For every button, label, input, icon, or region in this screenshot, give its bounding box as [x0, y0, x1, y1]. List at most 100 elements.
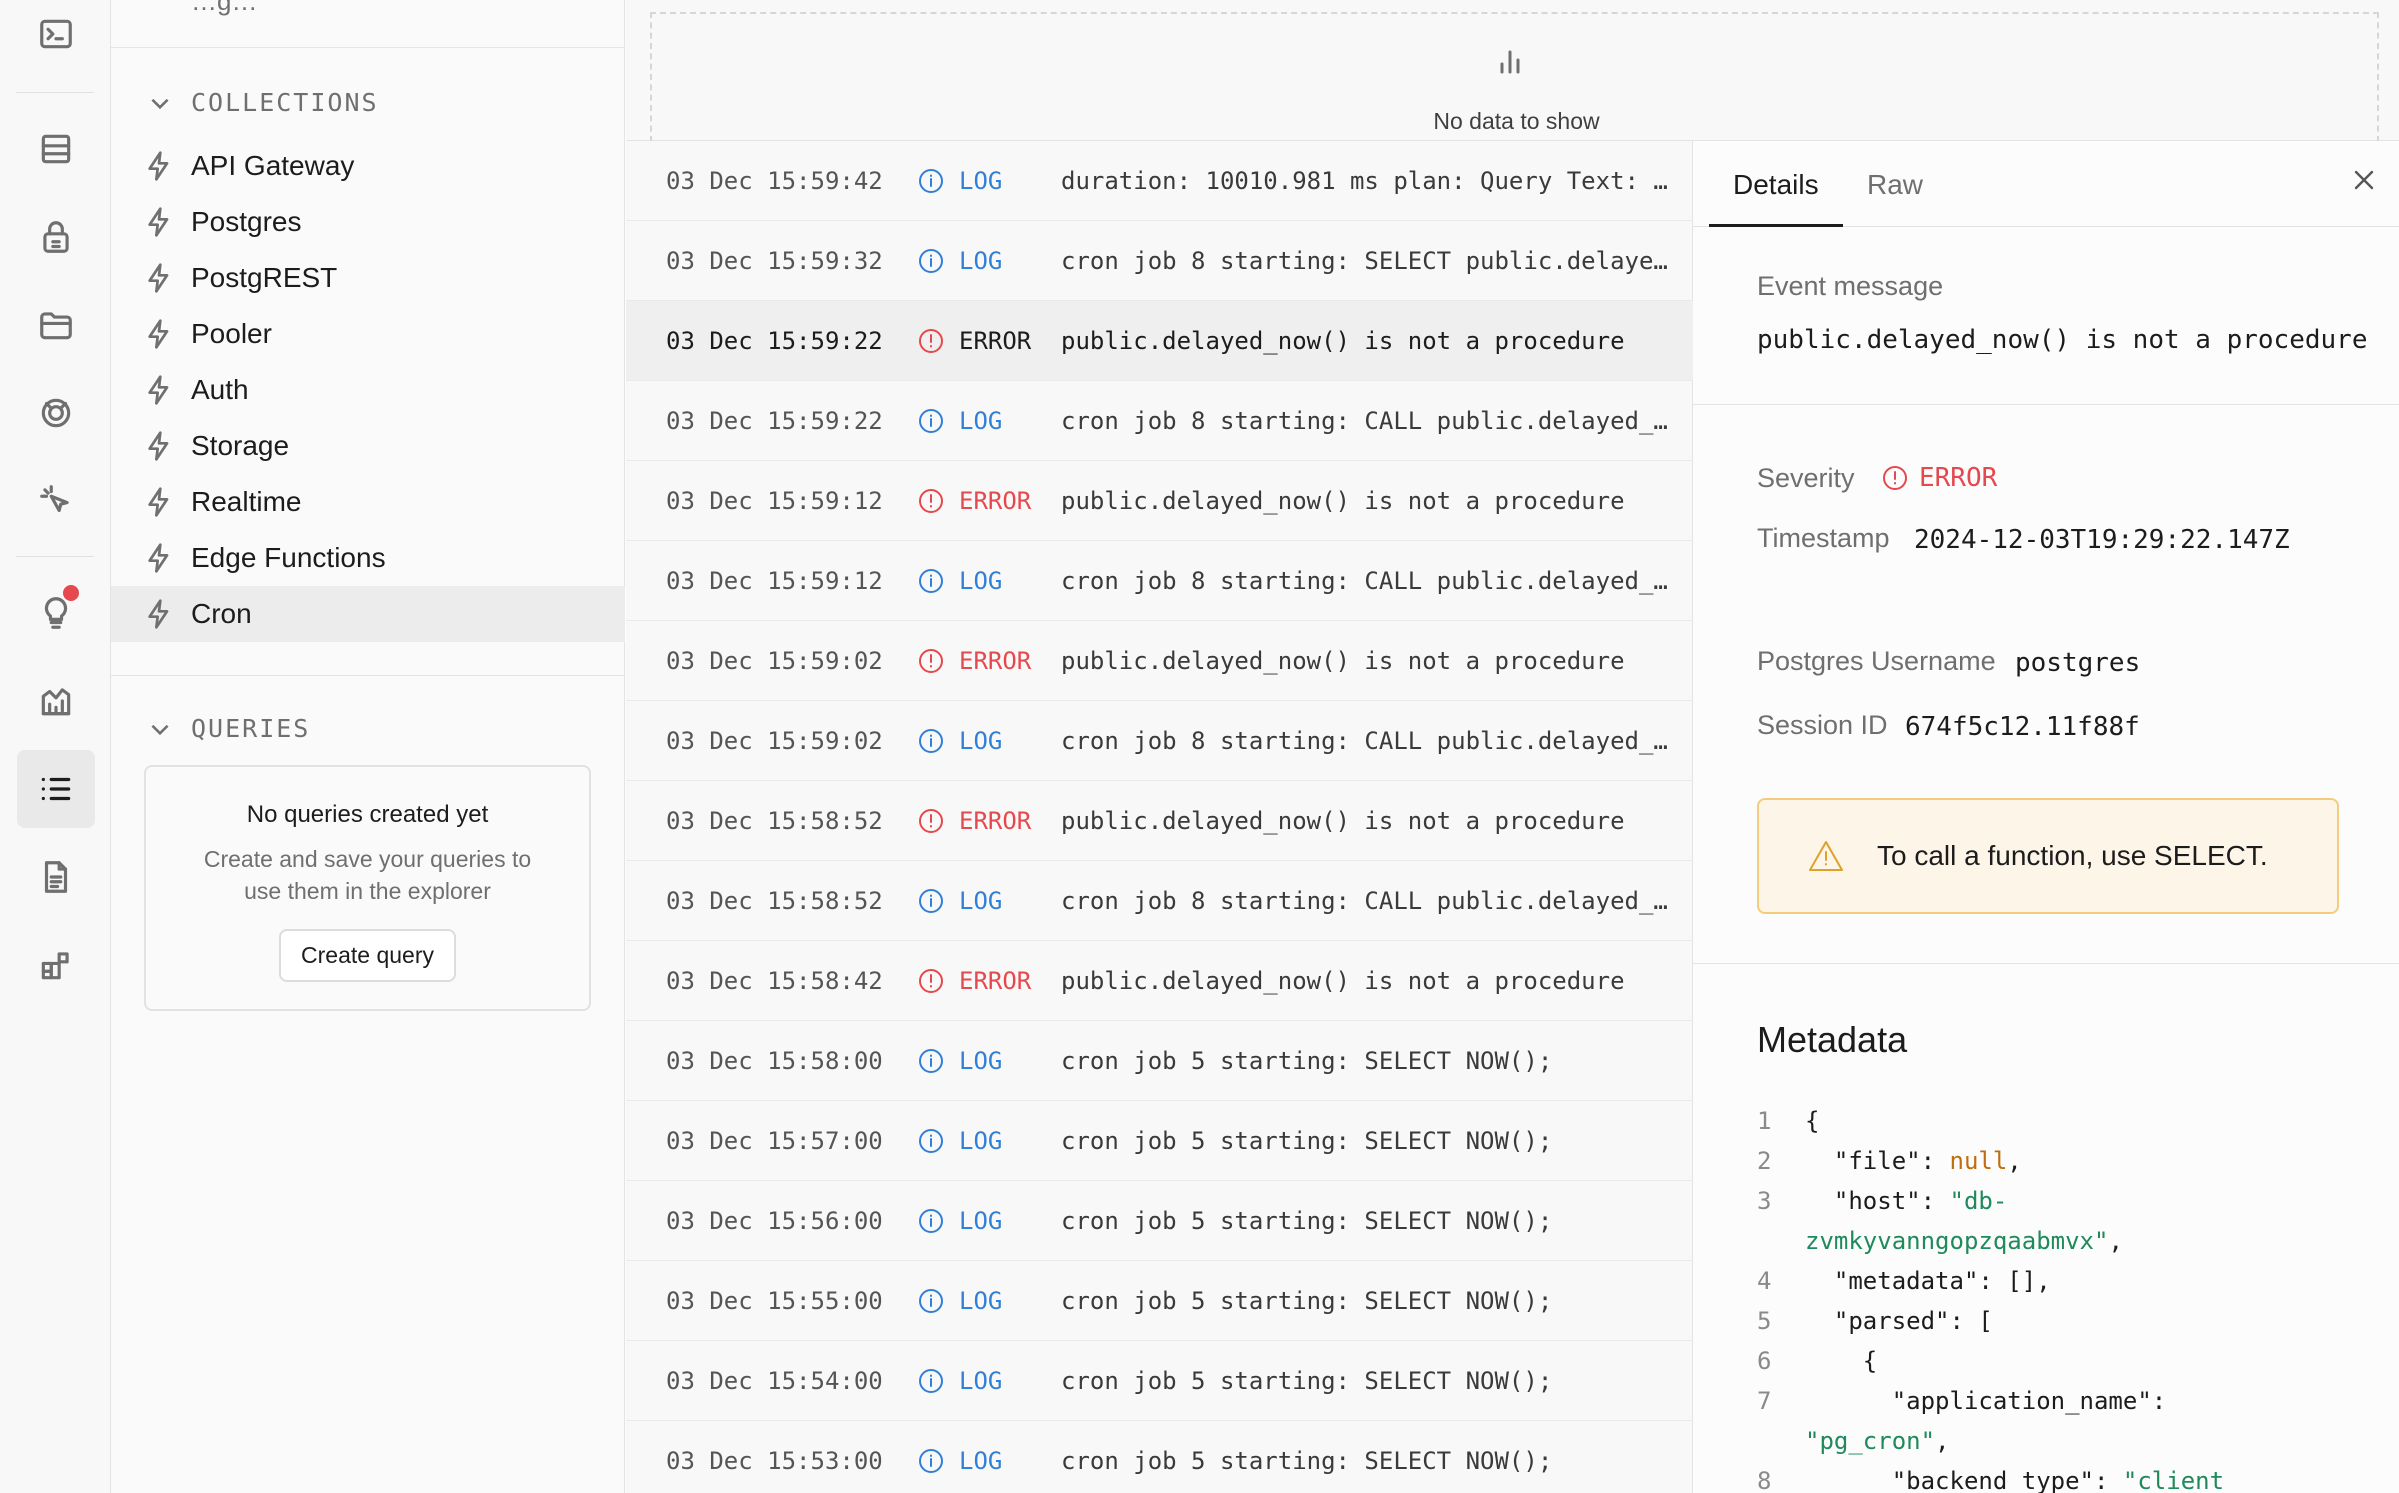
code-token: "application_name": [1805, 1387, 2167, 1415]
log-row[interactable]: 03 Dec 15:55:00 LOG cron job 5 starting: S… [626, 1261, 1693, 1341]
log-row[interactable]: 03 Dec 15:54:00 LOG cron job 5 starting: S… [626, 1341, 1693, 1421]
collection-item-label: Storage [191, 430, 290, 461]
metadata-line: zvmkyvanngopzqaabmvx", [1757, 1221, 2377, 1261]
tab-details[interactable]: Details [1709, 141, 1843, 227]
collection-item-label: Cron [191, 598, 252, 629]
sidebar-divider [111, 675, 625, 676]
advisors-icon[interactable] [17, 574, 95, 652]
log-level: LOG [959, 1287, 1003, 1315]
log-row[interactable]: 03 Dec 15:58:52 ERROR public.delayed_now()… [626, 781, 1693, 861]
metadata-json: 1{2 "file": null, 3 "host": "db-zvmkyvann… [1757, 1101, 2377, 1493]
storage-icon[interactable] [17, 286, 95, 364]
log-row[interactable]: 03 Dec 15:59:12 ERROR public.delayed_now()… [626, 461, 1693, 541]
collection-item-realtime[interactable]: Realtime [111, 474, 625, 530]
log-row[interactable]: 03 Dec 15:58:00 LOG cron job 5 starting: S… [626, 1021, 1693, 1101]
bolt-icon [148, 151, 169, 181]
log-row[interactable]: 03 Dec 15:59:32 LOG cron job 8 starting: S… [626, 221, 1693, 301]
log-chart: No data to show [626, 0, 2399, 142]
alert-circle-icon [917, 327, 945, 355]
collection-item-cron[interactable]: Cron [111, 586, 625, 642]
log-message: cron job 8 starting: CALL public.delayed… [1061, 727, 1681, 755]
collection-item-pooler[interactable]: Pooler [111, 306, 625, 362]
edge-functions-icon[interactable] [17, 462, 95, 540]
code-token: "pg_cron" [1805, 1427, 1936, 1455]
bolt-icon [148, 543, 169, 573]
reports-icon[interactable] [17, 662, 95, 740]
metadata-line: 8 "backend_type": "client [1757, 1461, 2377, 1493]
log-row[interactable]: 03 Dec 15:59:22 LOG cron job 8 starting: C… [626, 381, 1693, 461]
metadata-line: 4 "metadata": [], [1757, 1261, 2377, 1301]
close-icon[interactable] [2349, 165, 2379, 195]
log-row[interactable]: 03 Dec 15:57:00 LOG cron job 5 starting: S… [626, 1101, 1693, 1181]
code-token: "file": [1805, 1147, 1950, 1175]
code-token: , [2007, 1147, 2022, 1175]
line-number: 1 [1757, 1107, 1772, 1135]
log-message: cron job 5 starting: SELECT NOW(); [1061, 1047, 1553, 1075]
session-id-value: 674f5c12.11f88f [1905, 712, 2140, 742]
log-row[interactable]: 03 Dec 15:58:42 ERROR public.delayed_now()… [626, 941, 1693, 1021]
collection-item-postgres[interactable]: Postgres [111, 194, 625, 250]
log-row[interactable]: 03 Dec 15:53:00 LOG cron job 5 starting: S… [626, 1421, 1693, 1493]
collections-heading[interactable]: COLLECTIONS [147, 88, 379, 117]
log-message: public.delayed_now() is not a procedure [1061, 647, 1625, 675]
info-circle-icon [917, 1287, 945, 1315]
alert-circle-icon [917, 807, 945, 835]
collection-item-label: Auth [191, 374, 249, 405]
log-row[interactable]: 03 Dec 15:58:52 LOG cron job 8 starting: C… [626, 861, 1693, 941]
log-message: cron job 8 starting: CALL public.delayed… [1061, 887, 1681, 915]
chevron-down-icon [151, 724, 169, 735]
log-row[interactable]: 03 Dec 15:56:00 LOG cron job 5 starting: S… [626, 1181, 1693, 1261]
auth-icon[interactable] [17, 198, 95, 276]
table-editor-icon[interactable] [17, 110, 95, 188]
event-message-value: public.delayed_now() is not a procedure [1757, 325, 2368, 355]
log-level: ERROR [959, 647, 1032, 675]
log-message: cron job 5 starting: SELECT NOW(); [1061, 1447, 1553, 1475]
collection-item-postgrest[interactable]: PostgREST [111, 250, 625, 306]
warning-triangle-icon [1809, 841, 1843, 871]
chart-empty-message: No data to show [1433, 108, 1600, 134]
log-timestamp: 03 Dec 15:55:00 [666, 1287, 883, 1315]
log-message: cron job 8 starting: CALL public.delayed… [1061, 567, 1681, 595]
log-timestamp: 03 Dec 15:59:22 [666, 407, 883, 435]
log-level: LOG [959, 567, 1003, 595]
hint-callout: To call a function, use SELECT. [1757, 798, 2339, 914]
log-details-panel: Details Raw Event message public.delayed… [1693, 141, 2399, 1493]
create-query-button[interactable]: Create query [279, 929, 456, 982]
log-row[interactable]: 03 Dec 15:59:42 LOG duration: 10010.981 ms… [626, 141, 1693, 221]
log-timestamp: 03 Dec 15:56:00 [666, 1207, 883, 1235]
log-row[interactable]: 03 Dec 15:59:22 ERROR public.delayed_now()… [626, 301, 1693, 381]
queries-heading[interactable]: QUERIES [147, 714, 310, 743]
collection-item-edge-functions[interactable]: Edge Functions [111, 530, 625, 586]
log-row[interactable]: 03 Dec 15:59:02 LOG cron job 8 starting: C… [626, 701, 1693, 781]
log-level: ERROR [959, 327, 1032, 355]
log-message: public.delayed_now() is not a procedure [1061, 487, 1625, 515]
integrations-icon[interactable] [17, 926, 95, 1004]
log-timestamp: 03 Dec 15:58:00 [666, 1047, 883, 1075]
log-level: LOG [959, 887, 1003, 915]
realtime-icon[interactable] [17, 374, 95, 452]
log-row[interactable]: 03 Dec 15:59:02 ERROR public.delayed_now()… [626, 621, 1693, 701]
docs-icon[interactable] [17, 838, 95, 916]
code-token: { [1805, 1347, 1878, 1375]
code-token: , [2108, 1227, 2123, 1255]
terminal-icon[interactable] [17, 0, 95, 73]
collection-item-auth[interactable]: Auth [111, 362, 625, 418]
collection-item-storage[interactable]: Storage [111, 418, 625, 474]
timestamp-label: Timestamp [1757, 523, 1890, 553]
log-level: ERROR [959, 807, 1032, 835]
bar-chart-icon [1490, 42, 1530, 82]
metadata-line: 7 "application_name": [1757, 1381, 2377, 1421]
severity-value: ERROR [1881, 463, 1997, 493]
log-level: ERROR [959, 487, 1032, 515]
collection-item-api-gateway[interactable]: API Gateway [111, 138, 625, 194]
collection-item-label: Edge Functions [191, 542, 386, 573]
alert-circle-icon [1883, 466, 1907, 490]
log-level: LOG [959, 1047, 1003, 1075]
code-token: "client [2122, 1467, 2225, 1493]
logs-icon[interactable] [17, 750, 95, 828]
log-message: cron job 5 starting: SELECT NOW(); [1061, 1127, 1553, 1155]
code-token: "db- [1949, 1187, 2008, 1215]
log-row[interactable]: 03 Dec 15:59:12 LOG cron job 8 starting: C… [626, 541, 1693, 621]
tab-raw[interactable]: Raw [1843, 141, 1947, 227]
severity-label: Severity [1757, 463, 1855, 493]
